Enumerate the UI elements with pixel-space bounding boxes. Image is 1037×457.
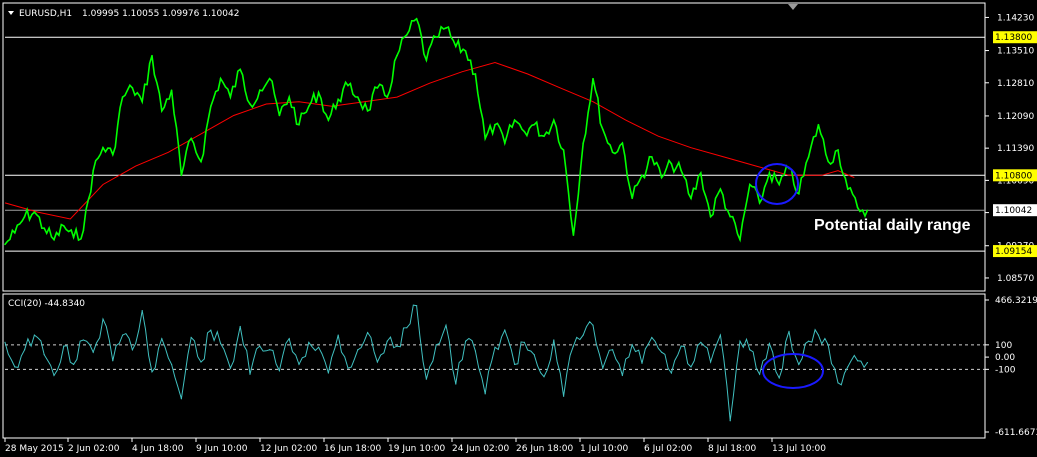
symbol-label: EURUSD,H1 [19, 9, 72, 19]
cci-tick-label: 466.3219 [995, 296, 1037, 306]
x-tick-label: 2 Jun 02:00 [68, 444, 120, 454]
cci-tick-label: -611.6673 [995, 428, 1037, 438]
x-tick-label: 12 Jun 02:00 [260, 444, 317, 454]
x-tick-label: 16 Jun 18:00 [324, 444, 381, 454]
cci-tick-label: 0.00 [995, 353, 1015, 363]
level-tag-label: 1.10800 [995, 171, 1032, 181]
cci-tick-label: -100 [995, 365, 1016, 375]
x-tick-label: 28 May 2015 [5, 444, 64, 454]
x-tick-label: 26 Jun 18:00 [516, 444, 573, 454]
x-tick-label: 19 Jun 10:00 [388, 444, 445, 454]
x-tick-label: 1 Jul 10:00 [580, 444, 629, 454]
x-tick-label: 9 Jun 10:00 [196, 444, 248, 454]
price-tick-label: 1.11390 [997, 144, 1034, 154]
level-tag-label: 1.09154 [995, 247, 1032, 257]
level-tag-label: 1.13800 [995, 33, 1032, 43]
x-tick-label: 4 Jun 18:00 [132, 444, 184, 454]
price-tick-label: 1.08570 [997, 274, 1034, 284]
x-tick-label: 8 Jul 18:00 [708, 444, 757, 454]
price-tick-label: 1.13510 [997, 47, 1034, 57]
potential-daily-range-annotation: Potential daily range [814, 217, 971, 234]
price-tick-label: 1.14230 [997, 13, 1034, 23]
x-tick-label: 24 Jun 02:00 [452, 444, 509, 454]
cci-title: CCI(20) -44.8340 [8, 299, 85, 309]
current-price-label: 1.10042 [995, 206, 1032, 216]
x-tick-label: 13 Jul 10:00 [772, 444, 826, 454]
cci-tick-label: 100 [995, 341, 1012, 351]
trading-chart-window: EURUSD,H1 1.09995 1.10055 1.09976 1.1004… [0, 0, 1037, 457]
price-tick-label: 1.12810 [997, 79, 1034, 89]
ohlc-label: 1.09995 1.10055 1.09976 1.10042 [82, 9, 239, 19]
price-tick-label: 1.12090 [997, 112, 1034, 122]
x-tick-label: 6 Jul 02:00 [644, 444, 693, 454]
